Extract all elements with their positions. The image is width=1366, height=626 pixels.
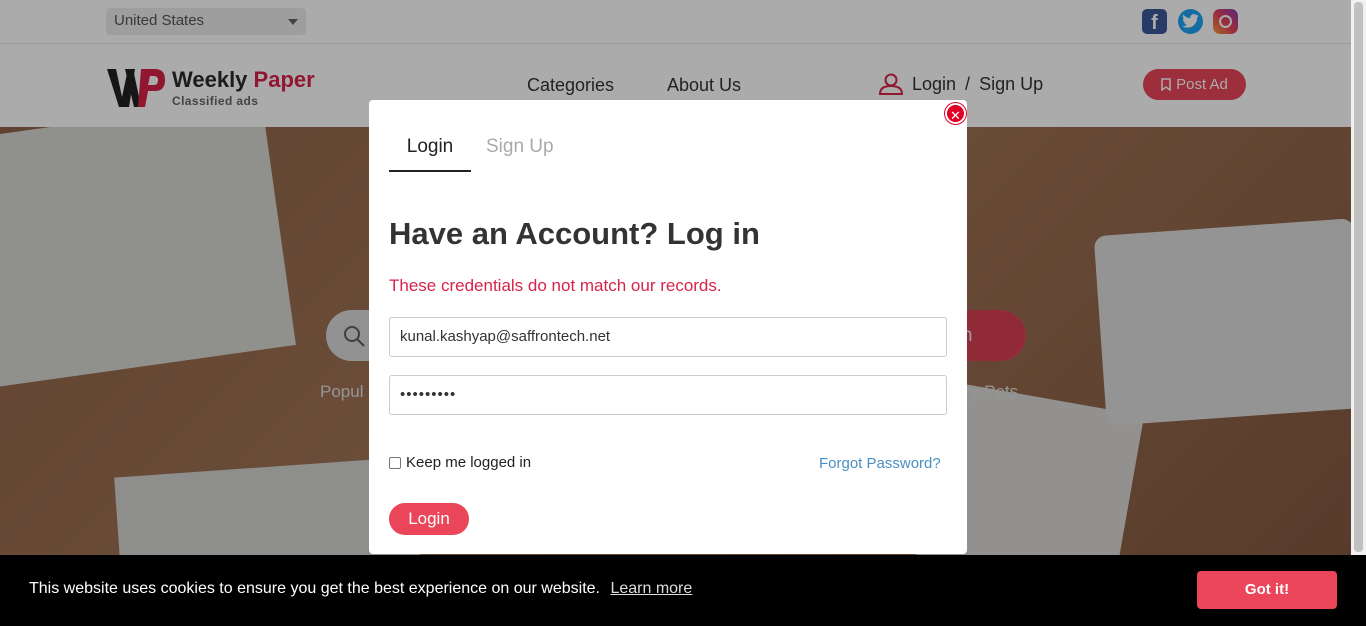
cookie-message-text: This website uses cookies to ensure you … — [29, 580, 600, 597]
close-icon[interactable]: ✕ — [945, 103, 966, 124]
forgot-password-link[interactable]: Forgot Password? — [819, 455, 941, 472]
login-button[interactable]: Login — [389, 503, 469, 535]
got-it-button[interactable]: Got it! — [1197, 571, 1337, 609]
keep-logged-in[interactable]: Keep me logged in — [389, 454, 531, 471]
cookie-message: This website uses cookies to ensure you … — [29, 580, 692, 598]
tab-signup[interactable]: Sign Up — [486, 136, 554, 158]
email-field[interactable]: kunal.kashyap@saffrontech.net — [389, 317, 947, 357]
keep-logged-in-checkbox[interactable] — [389, 456, 401, 469]
password-field[interactable]: ••••••••• — [389, 375, 947, 415]
error-message: These credentials do not match our recor… — [389, 276, 722, 295]
learn-more-link[interactable]: Learn more — [610, 580, 692, 597]
scrollbar-thumb[interactable] — [1354, 2, 1363, 552]
page-scrollbar[interactable] — [1351, 0, 1366, 626]
modal-title: Have an Account? Log in — [389, 216, 760, 251]
keep-logged-in-label: Keep me logged in — [406, 454, 532, 471]
tab-login[interactable]: Login — [389, 136, 471, 172]
